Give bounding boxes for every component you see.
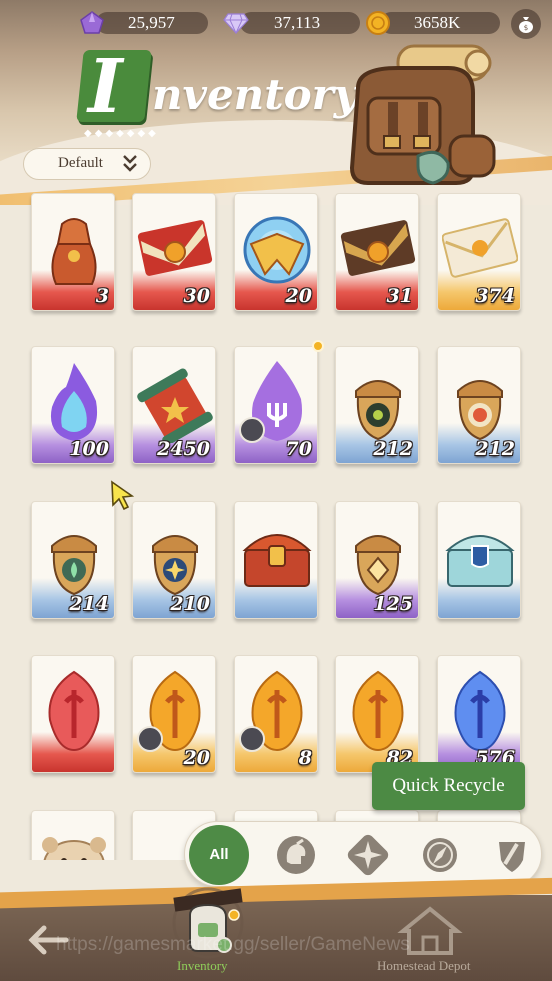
puzzle-tag-icon: [239, 726, 265, 752]
item-quantity: 210: [170, 593, 210, 615]
gem-blue-icon: [454, 670, 506, 752]
compass-star-filter-icon[interactable]: [347, 834, 389, 876]
item-card[interactable]: 212: [437, 346, 521, 464]
item-card[interactable]: 8: [234, 655, 318, 773]
item-card[interactable]: 20: [234, 193, 318, 311]
item-card[interactable]: 125: [335, 501, 419, 619]
item-card[interactable]: 100: [31, 346, 115, 464]
money-bag-icon: $: [518, 17, 534, 37]
puzzle-tag-icon: [137, 726, 163, 752]
title-initial: I: [88, 44, 123, 130]
acorn-leaf-icon: [51, 535, 97, 596]
item-quantity: 20: [183, 747, 210, 769]
item-card[interactable]: 2450: [132, 346, 216, 464]
coin-value: 3658K: [414, 13, 461, 32]
acorn-target-icon: [457, 380, 503, 441]
item-quantity: 70: [285, 438, 312, 460]
item-quantity: 8: [298, 747, 312, 769]
diamond-value: 37,113: [274, 13, 321, 32]
item-card[interactable]: [437, 501, 521, 619]
gem-gold-icon: [352, 670, 404, 752]
acorn-eye-icon: [355, 380, 401, 441]
new-item-dot-badge: [312, 340, 324, 352]
pouch-icon: [51, 218, 97, 285]
pointer-cursor-icon: [111, 480, 135, 510]
svg-text:$: $: [524, 24, 528, 32]
category-filter-bar: All: [184, 821, 542, 887]
item-quantity: 125: [373, 593, 413, 615]
item-quantity: 212: [373, 438, 413, 460]
item-quantity: 100: [69, 438, 109, 460]
gold-coin-icon: [364, 9, 392, 37]
helmet-filter-icon[interactable]: [275, 834, 317, 876]
item-card[interactable]: 210: [132, 501, 216, 619]
money-bag-button[interactable]: $: [511, 9, 541, 39]
item-card[interactable]: 214: [31, 501, 115, 619]
gem-red-icon: [48, 670, 100, 752]
acorn-diamond-icon: [355, 535, 401, 596]
flame-purple-icon: [50, 363, 98, 441]
backpack-icon: [349, 44, 496, 185]
sort-dropdown[interactable]: Default: [23, 148, 151, 180]
envelope-brown-icon: [340, 220, 416, 276]
envelope-white-icon: [442, 218, 518, 278]
envelope-red-icon: [137, 220, 213, 276]
item-quantity: 3: [95, 285, 109, 307]
item-card[interactable]: 31: [335, 193, 419, 311]
page-title: nventory: [152, 70, 359, 119]
quick-recycle-button[interactable]: Quick Recycle: [372, 762, 525, 810]
double-chevron-down-icon: [122, 152, 138, 175]
acorn-star-icon: [152, 535, 198, 596]
watermark-text: https://gamesmarket.gg/seller/GameNews: [56, 934, 410, 955]
item-quantity: 212: [475, 438, 515, 460]
item-card[interactable]: [234, 501, 318, 619]
crystal-value: 25,957: [128, 13, 175, 32]
diamond-icon: [222, 9, 250, 37]
nav-inventory-label: Inventory: [177, 958, 228, 973]
item-quantity: 374: [475, 285, 515, 307]
item-quantity: 214: [69, 593, 109, 615]
inventory-grid: 3 30 20 31 374 100 2450 70 212 212 214 210 125 20 8 82 5…: [0, 190, 552, 860]
item-quantity: 2450: [157, 438, 210, 460]
chest-red-icon: [242, 534, 312, 587]
title-decoration-dots: ◆◆◆◆◆◆◆: [84, 128, 159, 139]
item-card[interactable]: [31, 655, 115, 773]
item-quantity: 31: [386, 285, 413, 307]
item-card[interactable]: 374: [437, 193, 521, 311]
filter-all-button[interactable]: All: [189, 825, 249, 885]
shield-sword-filter-icon[interactable]: [491, 834, 533, 876]
puzzle-tag-icon: [239, 417, 265, 443]
item-card[interactable]: 3: [31, 193, 115, 311]
item-card[interactable]: 212: [335, 346, 419, 464]
hamster-icon: [42, 837, 106, 860]
scroll-icon: [137, 368, 213, 443]
chest-blue-icon: [445, 535, 515, 587]
orb-icon: [243, 216, 311, 284]
item-card[interactable]: 576: [437, 655, 521, 773]
item-quantity: 30: [183, 285, 210, 307]
item-card[interactable]: 20: [132, 655, 216, 773]
item-card[interactable]: 70: [234, 346, 318, 464]
nav-homestead-depot-label: Homestead Depot: [377, 958, 471, 973]
compass-filter-icon[interactable]: [419, 834, 461, 876]
sort-dropdown-label: Default: [58, 155, 103, 171]
purple-crystal-icon: [78, 9, 106, 37]
item-quantity: 20: [285, 285, 312, 307]
item-card[interactable]: 30: [132, 193, 216, 311]
item-card[interactable]: 82: [335, 655, 419, 773]
item-card[interactable]: [31, 810, 115, 860]
